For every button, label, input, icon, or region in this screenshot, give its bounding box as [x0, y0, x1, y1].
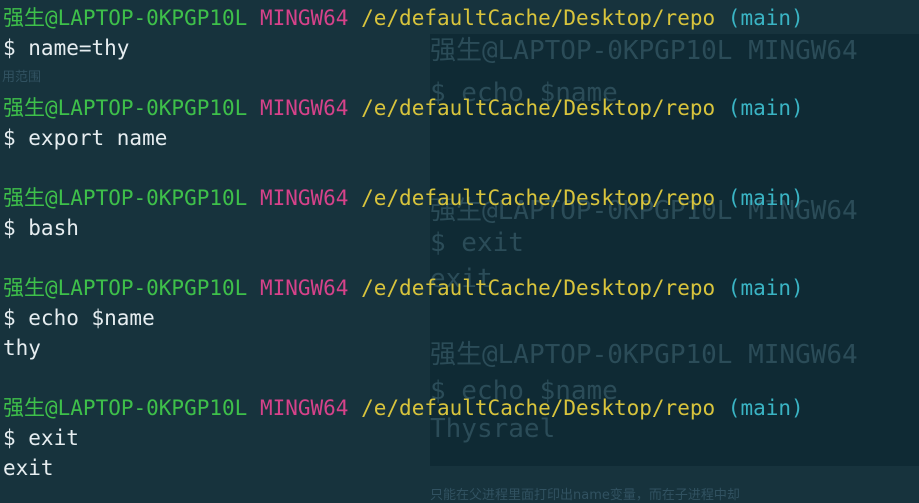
prompt-shell: MINGW64	[259, 96, 349, 120]
prompt-shell: MINGW64	[259, 396, 349, 420]
output-line: exit	[3, 456, 54, 480]
prompt-user-host: 强生@LAPTOP-0KPGP10L	[3, 396, 248, 420]
prompt-branch: (main)	[727, 276, 804, 300]
terminal-window[interactable]: 强生@LAPTOP-0KPGP10L MINGW64 /e/defaultCac…	[0, 0, 919, 499]
prompt-shell: MINGW64	[259, 6, 349, 30]
prompt-branch: (main)	[727, 96, 804, 120]
command-line: $ exit	[3, 426, 79, 450]
prompt-branch: (main)	[727, 396, 804, 420]
prompt-line: 强生@LAPTOP-0KPGP10L MINGW64 /e/defaultCac…	[3, 393, 804, 423]
prompt-line: 强生@LAPTOP-0KPGP10L MINGW64 /e/defaultCac…	[3, 3, 804, 33]
prompt-user-host: 强生@LAPTOP-0KPGP10L	[3, 186, 248, 210]
prompt-path: /e/defaultCache/Desktop/repo	[361, 96, 716, 120]
command-line: $ echo $name	[3, 306, 155, 330]
prompt-user-host: 强生@LAPTOP-0KPGP10L	[3, 6, 248, 30]
command-line: $ name=thy	[3, 36, 130, 60]
prompt-shell: MINGW64	[259, 276, 349, 300]
output-line: thy	[3, 336, 41, 360]
prompt-line: 强生@LAPTOP-0KPGP10L MINGW64 /e/defaultCac…	[3, 93, 804, 123]
prompt-path: /e/defaultCache/Desktop/repo	[361, 276, 716, 300]
prompt-path: /e/defaultCache/Desktop/repo	[361, 6, 716, 30]
prompt-user-host: 强生@LAPTOP-0KPGP10L	[3, 96, 248, 120]
prompt-line: 强生@LAPTOP-0KPGP10L MINGW64 /e/defaultCac…	[3, 273, 804, 303]
prompt-shell: MINGW64	[259, 186, 349, 210]
prompt-branch: (main)	[727, 186, 804, 210]
prompt-path: /e/defaultCache/Desktop/repo	[361, 186, 716, 210]
command-line: $ export name	[3, 126, 168, 150]
command-line: $ bash	[3, 216, 79, 240]
prompt-line: 强生@LAPTOP-0KPGP10L MINGW64 /e/defaultCac…	[3, 183, 804, 213]
prompt-user-host: 强生@LAPTOP-0KPGP10L	[3, 276, 248, 300]
prompt-path: /e/defaultCache/Desktop/repo	[361, 396, 716, 420]
prompt-branch: (main)	[727, 6, 804, 30]
